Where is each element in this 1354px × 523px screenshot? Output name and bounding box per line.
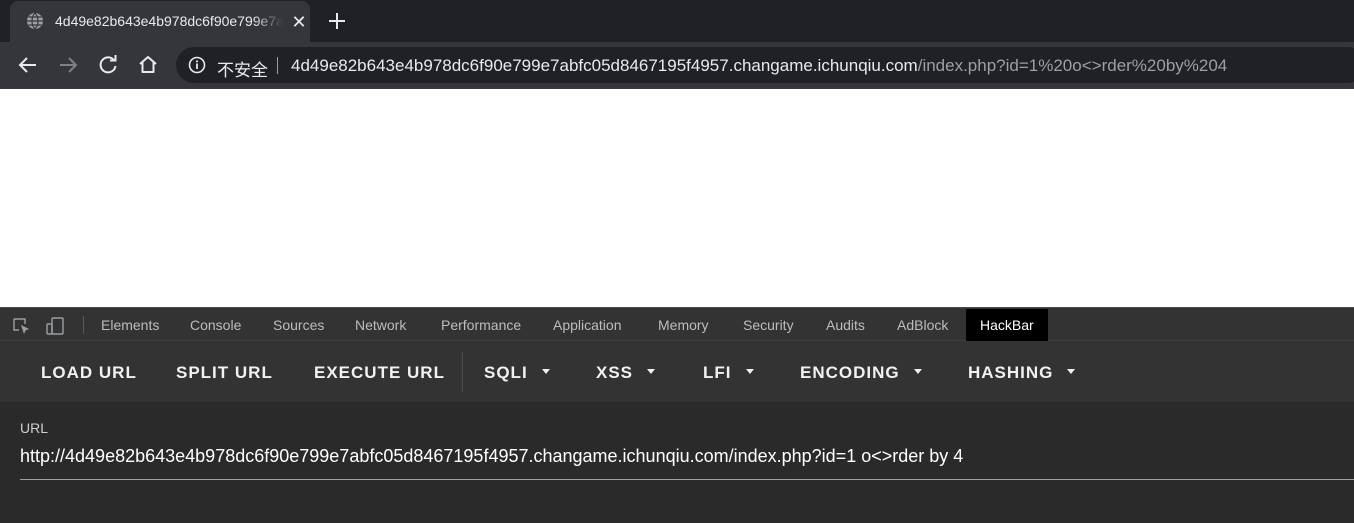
chevron-down-icon	[1067, 369, 1076, 375]
address-bar[interactable]: 不安全 4d49e82b643e4b978dc6f90e799e7abfc05d…	[176, 47, 1354, 83]
devtools-tab-application[interactable]: Application	[553, 317, 622, 333]
url-input[interactable]: http://4d49e82b643e4b978dc6f90e799e7abfc…	[20, 440, 1354, 480]
devtools-tab-performance[interactable]: Performance	[441, 317, 521, 333]
browser-tab[interactable]: 4d49e82b643e4b978dc6f90e799e7abfc05d8467…	[10, 1, 310, 42]
chevron-down-icon	[647, 369, 656, 375]
devtools-tab-adblock[interactable]: AdBlock	[897, 317, 948, 333]
devtools-tab-sources[interactable]: Sources	[273, 317, 324, 333]
lfi-dropdown[interactable]: LFI	[703, 363, 754, 383]
devtools-tab-security[interactable]: Security	[743, 317, 794, 333]
devtools-panel: Elements Console Sources Network Perform…	[0, 307, 1354, 523]
browser-toolbar: 不安全 4d49e82b643e4b978dc6f90e799e7abfc05d…	[0, 42, 1354, 88]
tab-strip: 4d49e82b643e4b978dc6f90e799e7abfc05d8467…	[0, 0, 1354, 42]
new-tab-icon[interactable]	[325, 9, 349, 33]
hackbar-separator	[462, 352, 463, 392]
devtools-tab-network[interactable]: Network	[355, 317, 406, 333]
chevron-down-icon	[745, 369, 754, 375]
chevron-down-icon	[913, 369, 922, 375]
url-field-label: URL	[20, 420, 49, 436]
url-host: 4d49e82b643e4b978dc6f90e799e7abfc05d8467…	[291, 56, 918, 75]
omnibox-separator	[277, 57, 278, 74]
globe-icon	[27, 12, 43, 30]
tab-close-icon[interactable]: ✕	[288, 11, 310, 33]
chevron-down-icon	[541, 369, 550, 375]
devtools-tab-bar: Elements Console Sources Network Perform…	[0, 307, 1354, 341]
sqli-dropdown[interactable]: SQLI	[484, 363, 550, 383]
url-text[interactable]: 4d49e82b643e4b978dc6f90e799e7abfc05d8467…	[291, 56, 1227, 76]
load-url-button[interactable]: LOAD URL	[41, 363, 137, 383]
not-secure-label[interactable]: 不安全	[217, 56, 268, 81]
split-url-button[interactable]: SPLIT URL	[176, 363, 273, 383]
xss-dropdown[interactable]: XSS	[596, 363, 656, 383]
devtools-tab-hackbar[interactable]: HackBar	[966, 309, 1048, 341]
page-viewport	[0, 88, 1354, 307]
back-arrow-icon[interactable]	[15, 52, 41, 78]
execute-url-button[interactable]: EXECUTE URL	[314, 363, 445, 383]
tab-title: 4d49e82b643e4b978dc6f90e799e7abfc05d8467…	[55, 13, 283, 29]
reload-icon[interactable]	[95, 52, 121, 78]
hackbar-toolbar: LOAD URL SPLIT URL EXECUTE URL SQLI XSS …	[0, 341, 1354, 402]
devtools-tab-elements[interactable]: Elements	[101, 317, 159, 333]
hashing-dropdown[interactable]: HASHING	[968, 363, 1076, 383]
encoding-dropdown[interactable]: ENCODING	[800, 363, 922, 383]
device-toolbar-icon[interactable]	[45, 316, 65, 336]
lfi-label: LFI	[703, 363, 732, 382]
devtools-divider	[83, 316, 84, 334]
forward-arrow-icon[interactable]	[55, 52, 81, 78]
xss-label: XSS	[596, 363, 634, 382]
url-path: /index.php?id=1%20o<>rder%20by%204	[917, 56, 1228, 75]
encoding-label: ENCODING	[800, 363, 900, 382]
inspect-element-icon[interactable]	[11, 316, 31, 336]
hashing-label: HASHING	[968, 363, 1054, 382]
home-icon[interactable]	[135, 52, 161, 78]
info-icon[interactable]	[188, 56, 206, 74]
devtools-tab-console[interactable]: Console	[190, 317, 241, 333]
devtools-tab-memory[interactable]: Memory	[658, 317, 709, 333]
devtools-tab-audits[interactable]: Audits	[826, 317, 865, 333]
sqli-label: SQLI	[484, 363, 528, 382]
hackbar-url-section: URL http://4d49e82b643e4b978dc6f90e799e7…	[0, 402, 1354, 523]
